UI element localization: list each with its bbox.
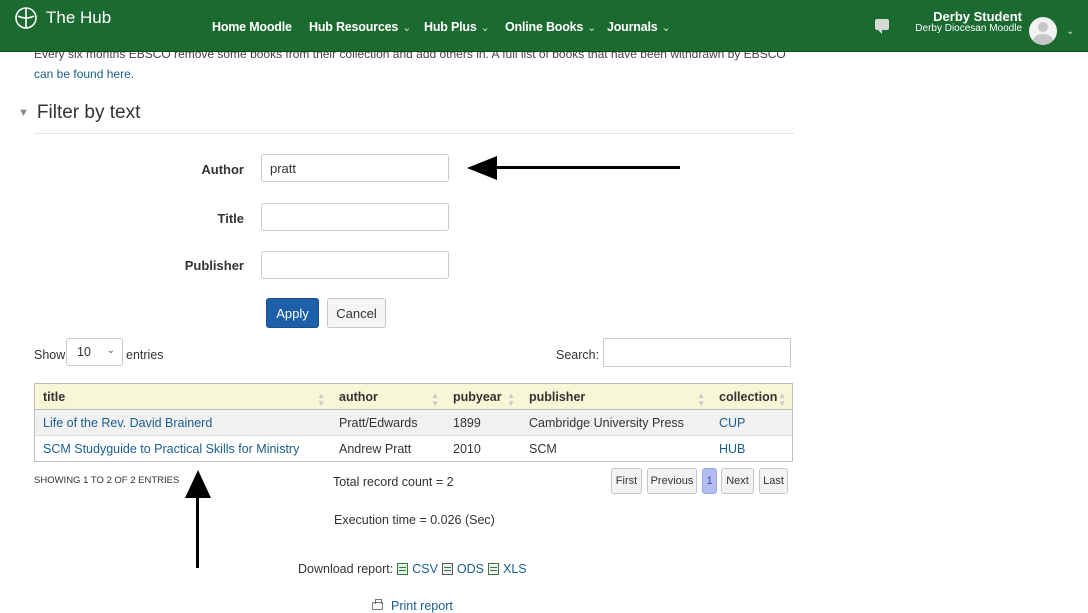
total-record-count: Total record count = 2 xyxy=(333,475,454,489)
book-title-link[interactable]: Life of the Rev. David Brainerd xyxy=(35,416,331,430)
download-csv-link[interactable]: CSV xyxy=(412,562,438,576)
sort-icon: ▲ ▼ xyxy=(317,390,325,408)
divider xyxy=(34,133,794,134)
column-header-collection[interactable]: collection ▲ ▼ xyxy=(711,390,792,408)
brand-cross-icon xyxy=(15,7,37,29)
print-label: Print report xyxy=(391,599,453,613)
sort-icon: ▲ ▼ xyxy=(507,390,515,408)
user-name: Derby Student xyxy=(933,9,1022,24)
printer-icon xyxy=(372,599,383,610)
chevron-down-icon: ⌄ xyxy=(587,22,597,34)
results-table: title ▲ ▼ author ▲ ▼ pubyear ▲ ▼ publisher ▲ ▼ c… xyxy=(34,383,793,462)
showing-info: SHOWING 1 TO 2 OF 2 ENTRIES xyxy=(34,475,180,486)
column-header-publisher[interactable]: publisher ▲ ▼ xyxy=(521,390,711,408)
column-header-pubyear[interactable]: pubyear ▲ ▼ xyxy=(445,390,521,408)
entries-value: 10 xyxy=(77,345,91,359)
apply-button[interactable]: Apply xyxy=(266,298,319,328)
title-input[interactable] xyxy=(261,203,449,231)
cell-pubyear: 1899 xyxy=(453,415,481,430)
search-input[interactable] xyxy=(603,338,791,367)
cell-author: Pratt/Edwards xyxy=(339,415,418,430)
message-icon[interactable] xyxy=(875,19,889,34)
chevron-down-icon: ⌄ xyxy=(106,345,115,356)
table-row: Life of the Rev. David Brainerd Pratt/Ed… xyxy=(35,410,792,435)
chevron-down-icon[interactable]: ⌄ xyxy=(1066,26,1074,37)
entries-label: entries xyxy=(126,348,164,362)
nav-home-moodle[interactable]: Home Moodle xyxy=(212,20,292,34)
collapse-triangle-icon: ▼ xyxy=(18,107,29,119)
table-row: SCM Studyguide to Practical Skills for M… xyxy=(35,435,792,461)
annotation-arrow-left xyxy=(495,166,680,169)
annotation-arrow-up xyxy=(196,492,199,568)
avatar[interactable] xyxy=(1029,17,1057,45)
sort-icon: ▲ ▼ xyxy=(778,390,786,408)
nav-label: Home Moodle xyxy=(212,20,292,34)
brand-name: The Hub xyxy=(46,8,112,27)
brand-link[interactable]: The Hub xyxy=(14,6,111,30)
cell-publisher: Cambridge University Press xyxy=(529,415,684,430)
last-page-button[interactable]: Last xyxy=(759,468,788,494)
nav-hub-resources[interactable]: Hub Resources ⌄ xyxy=(309,20,411,34)
cell-publisher: SCM xyxy=(529,441,557,456)
execution-time: Execution time = 0.026 (Sec) xyxy=(334,513,495,527)
nav-label: Online Books xyxy=(505,20,584,34)
title-label: Title xyxy=(217,211,245,226)
previous-page-button[interactable]: Previous xyxy=(647,468,697,494)
sort-icon: ▲ ▼ xyxy=(697,390,705,408)
chevron-down-icon: ⌄ xyxy=(402,22,412,34)
first-page-button[interactable]: First xyxy=(611,468,642,494)
user-site: Derby Diocesan Moodle xyxy=(915,22,1022,34)
sort-icon: ▲ ▼ xyxy=(431,390,439,408)
entries-select[interactable]: 10 ⌄ xyxy=(66,338,123,366)
download-report: Download report: CSV ODS XLS xyxy=(298,562,527,576)
table-header: title ▲ ▼ author ▲ ▼ pubyear ▲ ▼ publisher ▲ ▼ c… xyxy=(35,384,792,410)
nav-label: Hub Resources xyxy=(309,20,399,34)
nav-online-books[interactable]: Online Books ⌄ xyxy=(505,20,596,34)
annotation-arrow-left-head xyxy=(467,156,497,180)
nav-label: Hub Plus xyxy=(424,20,477,34)
intro-text: Every six months EBSCO remove some books… xyxy=(34,52,786,61)
collection-link[interactable]: CUP xyxy=(711,416,792,430)
chevron-down-icon: ⌄ xyxy=(480,22,490,34)
csv-file-icon[interactable] xyxy=(397,563,409,575)
search-label: Search: xyxy=(556,348,600,362)
next-page-button[interactable]: Next xyxy=(721,468,754,494)
user-menu[interactable]: Derby Student Derby Diocesan Moodle xyxy=(915,10,1022,34)
filter-heading: Filter by text xyxy=(36,102,141,123)
ods-file-icon[interactable] xyxy=(441,563,453,575)
annotation-arrow-up-head xyxy=(185,470,211,498)
publisher-input[interactable] xyxy=(261,251,449,279)
column-header-title[interactable]: title ▲ ▼ xyxy=(35,390,331,408)
author-label: Author xyxy=(201,162,244,177)
cancel-button[interactable]: Cancel xyxy=(327,298,386,328)
print-report-link[interactable]: Print report xyxy=(372,599,453,613)
show-label: Show xyxy=(34,348,66,362)
nav-journals[interactable]: Journals ⌄ xyxy=(607,20,671,34)
page-1-button[interactable]: 1 xyxy=(702,468,717,494)
top-navbar: The Hub Home Moodle Hub Resources ⌄ Hub P… xyxy=(0,0,1088,52)
collection-link[interactable]: HUB xyxy=(711,442,792,456)
xls-file-icon[interactable] xyxy=(488,563,499,575)
filter-section-toggle[interactable]: ▼ Filter by text xyxy=(18,102,140,124)
withdrawn-list-link[interactable]: can be found here. xyxy=(34,67,134,81)
nav-hub-plus[interactable]: Hub Plus ⌄ xyxy=(424,20,490,34)
author-input[interactable] xyxy=(261,154,449,182)
book-title-link[interactable]: SCM Studyguide to Practical Skills for M… xyxy=(35,442,331,456)
chevron-down-icon: ⌄ xyxy=(661,22,671,34)
cell-author: Andrew Pratt xyxy=(339,441,412,456)
download-ods-link[interactable]: ODS xyxy=(457,562,484,576)
publisher-label: Publisher xyxy=(184,258,244,273)
column-header-author[interactable]: author ▲ ▼ xyxy=(331,390,445,408)
download-label: Download report: xyxy=(298,562,394,576)
nav-label: Journals xyxy=(607,20,658,34)
cell-pubyear: 2010 xyxy=(453,441,481,456)
download-xls-link[interactable]: XLS xyxy=(503,562,527,576)
